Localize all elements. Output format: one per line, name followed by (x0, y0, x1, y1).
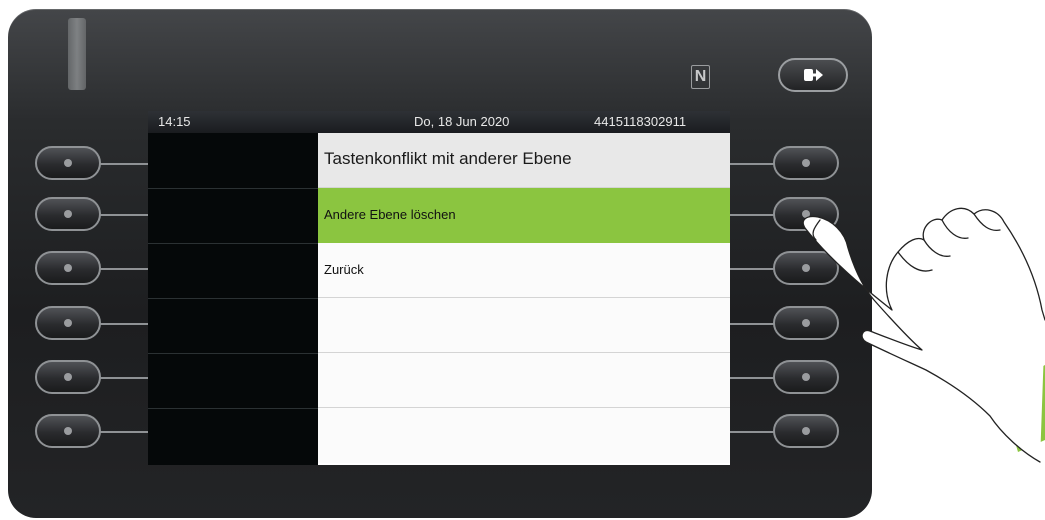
menu-option-label: Andere Ebene löschen (324, 207, 456, 222)
menu-option-back[interactable]: Zurück (318, 243, 730, 298)
right-key-connector (730, 163, 775, 165)
left-softkey-6[interactable] (35, 414, 101, 448)
menu-empty-row (318, 408, 730, 463)
left-softkey-3[interactable] (35, 251, 101, 285)
left-softkey-2[interactable] (35, 197, 101, 231)
left-key-connector (100, 431, 148, 433)
menu-empty-row (318, 298, 730, 353)
left-key-connector (100, 268, 148, 270)
leave-icon (804, 69, 823, 81)
pointing-hand-icon (802, 207, 1045, 463)
right-key-connector (730, 377, 775, 379)
left-softkey-4[interactable] (35, 306, 101, 340)
right-key-connector (730, 431, 775, 433)
menu-title: Tastenkonflikt mit anderer Ebene (324, 149, 572, 168)
panel-divider (148, 408, 318, 409)
led-indicator (68, 18, 86, 90)
menu-empty-row (318, 353, 730, 408)
panel-divider (148, 298, 318, 299)
menu-option-label: Zurück (324, 262, 364, 277)
nfc-icon: N (691, 65, 710, 89)
left-key-panel (148, 133, 318, 465)
left-softkey-1[interactable] (35, 146, 101, 180)
right-key-connector (730, 323, 775, 325)
status-phone-number: 4415118302911 (594, 114, 687, 129)
status-bar: 14:15 Do, 18 Jun 2020 4415118302911 (148, 111, 730, 133)
display-screen: 14:15 Do, 18 Jun 2020 4415118302911 Tast… (148, 111, 730, 465)
right-key-connector (730, 268, 775, 270)
right-key-connector (730, 214, 775, 216)
left-key-connector (100, 323, 148, 325)
leave-button[interactable] (778, 58, 848, 92)
panel-divider (148, 353, 318, 354)
menu-title-row: Tastenkonflikt mit anderer Ebene (318, 133, 730, 188)
menu-option-delete-other-level[interactable]: Andere Ebene löschen (318, 188, 730, 243)
status-time: 14:15 (158, 114, 191, 129)
left-key-connector (100, 377, 148, 379)
left-softkey-5[interactable] (35, 360, 101, 394)
panel-divider (148, 188, 318, 189)
panel-divider (148, 243, 318, 244)
left-key-connector (100, 214, 148, 216)
status-date: Do, 18 Jun 2020 (414, 114, 510, 129)
menu-list: Tastenkonflikt mit anderer Ebene Andere … (318, 133, 730, 465)
left-key-connector (100, 163, 148, 165)
